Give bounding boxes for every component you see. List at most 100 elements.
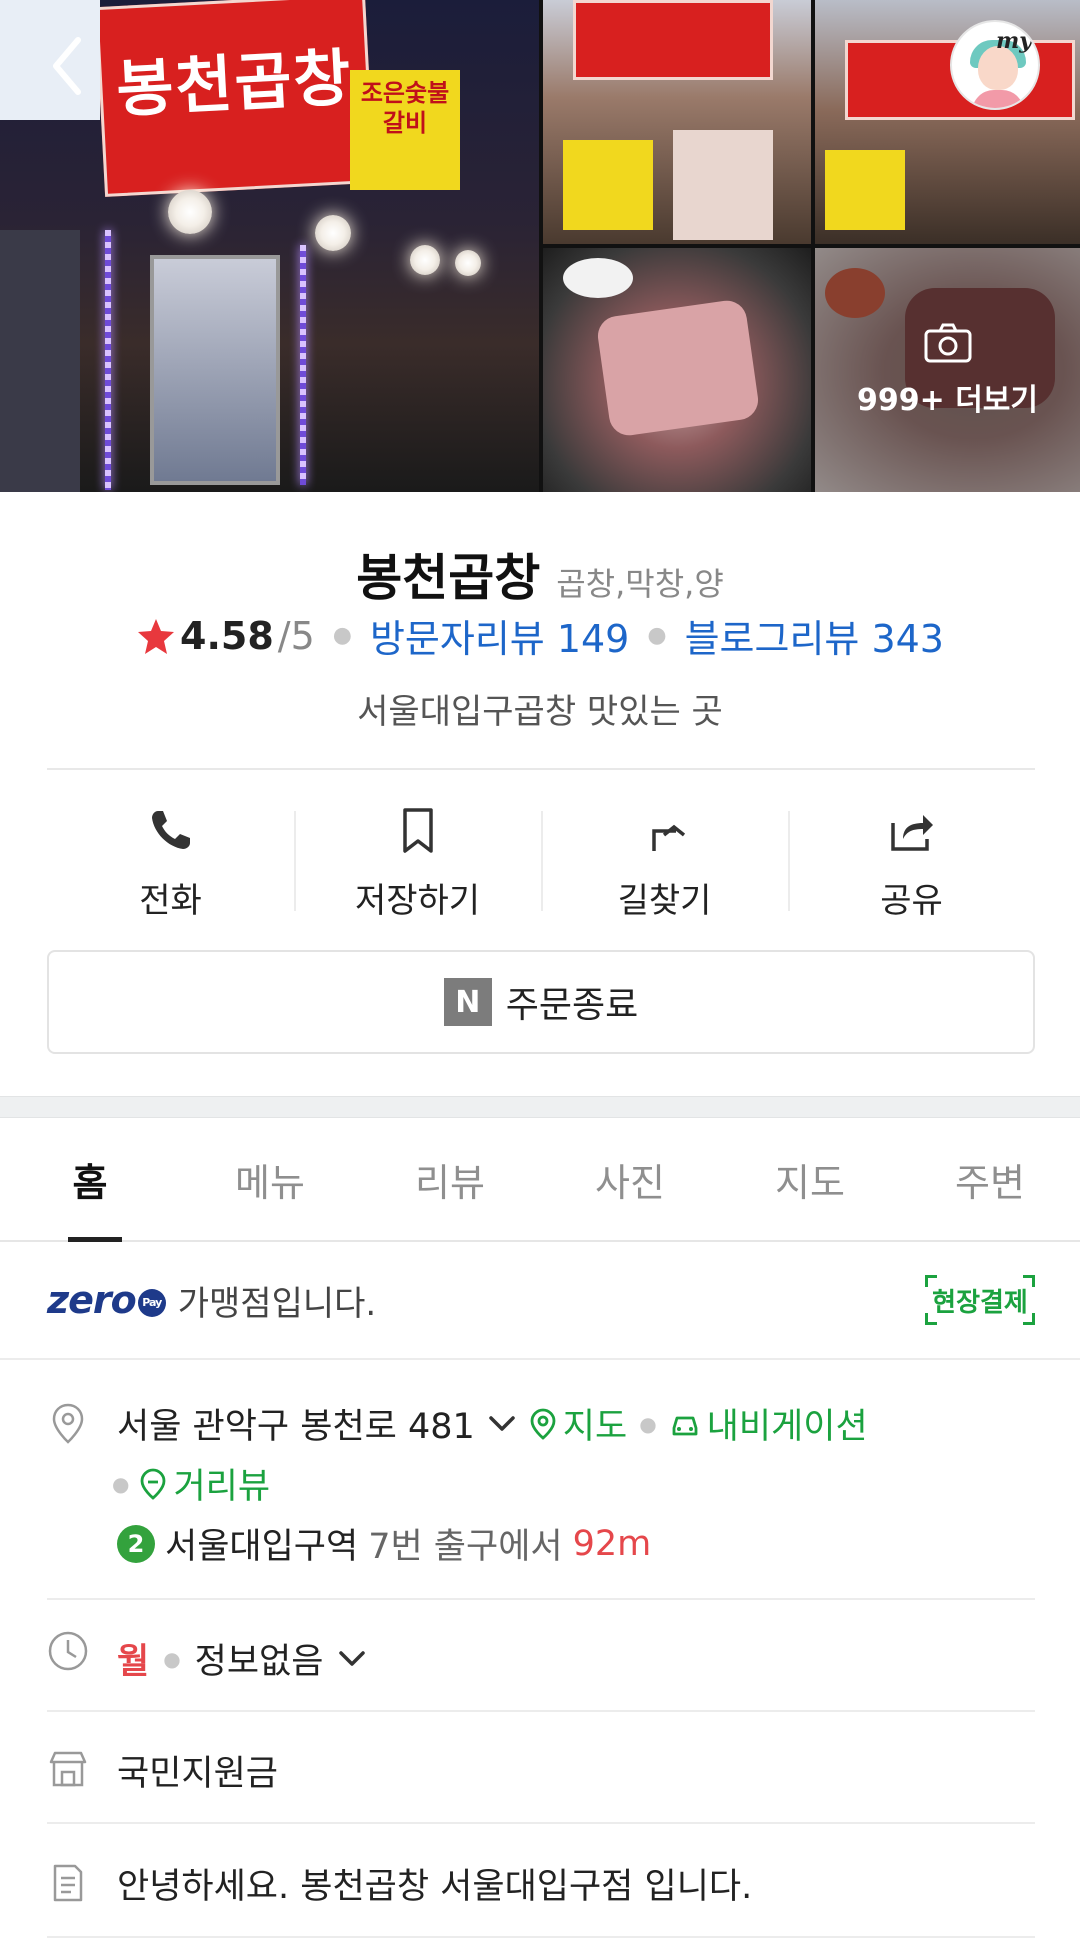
avatar-body <box>972 90 1024 108</box>
frame-corner <box>925 1313 937 1325</box>
rating: 4.58/5 <box>136 614 315 658</box>
document-icon <box>47 1862 89 1904</box>
onsite-payment-label: 현장결제 <box>932 1287 1028 1318</box>
hours-status: 정보없음 <box>194 1642 324 1682</box>
photo-gallery[interactable]: 봉천곱창 조은숯불갈비 999+ 더보기 my <box>0 0 1080 492</box>
tab-photos[interactable]: 사진 <box>540 1118 720 1240</box>
neighbor-door <box>0 230 80 492</box>
rating-max: /5 <box>277 613 315 658</box>
place-tagline: 서울대입구곱창 맛있는 곳 <box>357 692 723 732</box>
separator-dot: ● <box>163 1646 181 1671</box>
storefront-sign <box>573 0 773 80</box>
bookmark-icon <box>393 795 443 855</box>
frame-corner <box>1023 1275 1035 1287</box>
tab-menu[interactable]: 메뉴 <box>180 1118 360 1240</box>
separator-dot: ● <box>647 623 667 648</box>
rating-value: 4.58 <box>180 613 274 658</box>
neon-strip <box>105 230 111 490</box>
save-label: 저장하기 <box>354 881 481 921</box>
lamp <box>455 250 481 276</box>
place-title-row: 봉천곱창 곱창,막창,양 <box>0 538 1080 610</box>
storefront-sign: 봉천곱창 <box>95 0 375 197</box>
divider <box>47 1936 1035 1938</box>
zeropay-row: zero Pay 가맹점입니다. 현장결제 <box>47 1242 1035 1358</box>
address-text: 서울 관악구 봉천로 481 <box>117 1407 475 1447</box>
navigation-link-label: 내비게이션 <box>706 1407 868 1447</box>
save-button[interactable]: 저장하기 <box>294 795 541 935</box>
place-name: 봉천곱창 <box>356 549 541 607</box>
window <box>673 130 773 240</box>
menu-board <box>563 140 653 230</box>
hours-day: 월 <box>117 1642 150 1682</box>
side-dish <box>563 258 633 298</box>
blog-reviews-link[interactable]: 블로그리뷰 343 <box>685 608 944 663</box>
divider <box>47 1822 1035 1824</box>
station-distance: 92m <box>572 1523 652 1564</box>
zeropay-logo-text: zero <box>47 1278 137 1322</box>
share-button[interactable]: 공유 <box>788 795 1035 935</box>
gallery-photo[interactable] <box>815 0 1080 244</box>
place-category: 곱창,막창,양 <box>556 565 724 603</box>
my-label: my <box>995 28 1032 54</box>
tab-home[interactable]: 홈 <box>0 1118 180 1242</box>
street-view-row: ● 거리뷰 <box>112 1458 270 1509</box>
store-icon <box>47 1748 89 1790</box>
grilled-food <box>595 298 761 438</box>
map-link[interactable]: 지도 <box>529 1398 627 1449</box>
tab-bar: 홈 메뉴 리뷰 사진 지도 주변 <box>0 1118 1080 1242</box>
frame-corner <box>925 1275 937 1287</box>
rating-row: 4.58/5 ● 방문자리뷰 149 ● 블로그리뷰 343 <box>0 608 1080 663</box>
location-pin-icon <box>47 1402 89 1444</box>
naver-n-icon: N <box>443 978 492 1026</box>
street-view-pin-icon <box>141 1468 166 1500</box>
chevron-down-icon[interactable] <box>337 1649 367 1669</box>
naver-order-button[interactable]: N 주문종료 <box>47 950 1035 1054</box>
separator-dot: ● <box>112 1471 130 1496</box>
more-photos-label: 999+ 더보기 <box>856 383 1038 418</box>
camera-icon <box>923 321 973 369</box>
map-pin-icon <box>530 1408 556 1440</box>
lamp <box>315 215 351 251</box>
gallery-photo[interactable] <box>543 0 811 244</box>
frame-corner <box>1023 1313 1035 1325</box>
more-photos-button[interactable]: 999+ 더보기 <box>815 248 1080 492</box>
street-view-label: 거리뷰 <box>173 1467 271 1507</box>
subway-line-badge: 2 <box>117 1524 155 1563</box>
business-hours-row[interactable]: 월 ● 정보없음 <box>117 1633 367 1684</box>
directions-button[interactable]: 길찾기 <box>541 795 788 935</box>
street-view-link[interactable]: 거리뷰 <box>139 1458 270 1509</box>
zeropay-text: 가맹점입니다. <box>177 1283 377 1324</box>
menu-board <box>825 150 905 230</box>
station-name: 서울대입구역 <box>165 1527 359 1567</box>
section-separator <box>0 1096 1080 1118</box>
subway-info: 2 서울대입구역 7번 출구에서 92m <box>117 1518 651 1569</box>
separator-dot: ● <box>639 1411 657 1436</box>
order-status-label: 주문종료 <box>505 985 639 1026</box>
divider <box>0 1358 1080 1360</box>
side-sign: 조은숯불갈비 <box>350 70 460 190</box>
zeropay-pay-badge: Pay <box>137 1288 166 1317</box>
store-intro-text: 안녕하세요. 봉천곱창 서울대입구점 입니다. <box>117 1867 753 1907</box>
call-button[interactable]: 전화 <box>47 795 294 935</box>
back-button[interactable] <box>40 30 100 102</box>
directions-label: 길찾기 <box>617 881 712 921</box>
gallery-photo[interactable] <box>543 248 811 492</box>
share-label: 공유 <box>880 881 943 921</box>
divider <box>47 1710 1035 1712</box>
map-link-label: 지도 <box>562 1407 628 1447</box>
tab-nearby[interactable]: 주변 <box>900 1118 1080 1240</box>
lamp <box>168 190 212 234</box>
onsite-payment-button[interactable]: 현장결제 <box>925 1275 1035 1325</box>
tab-reviews[interactable]: 리뷰 <box>360 1118 540 1240</box>
my-profile-button[interactable]: my <box>950 20 1040 110</box>
tab-map[interactable]: 지도 <box>720 1118 900 1240</box>
station-exit: 7번 출구에서 <box>368 1527 563 1567</box>
chevron-down-icon[interactable] <box>487 1414 517 1434</box>
support-fund-text: 국민지원금 <box>117 1754 279 1794</box>
visitor-reviews-link[interactable]: 방문자리뷰 149 <box>370 608 629 663</box>
navigation-link[interactable]: 내비게이션 <box>669 1398 868 1449</box>
separator-dot: ● <box>332 623 352 648</box>
clock-icon <box>47 1630 89 1672</box>
car-icon <box>672 1416 698 1435</box>
address-row: 서울 관악구 봉천로 481 지도 ● 내비게이션 <box>117 1398 868 1449</box>
